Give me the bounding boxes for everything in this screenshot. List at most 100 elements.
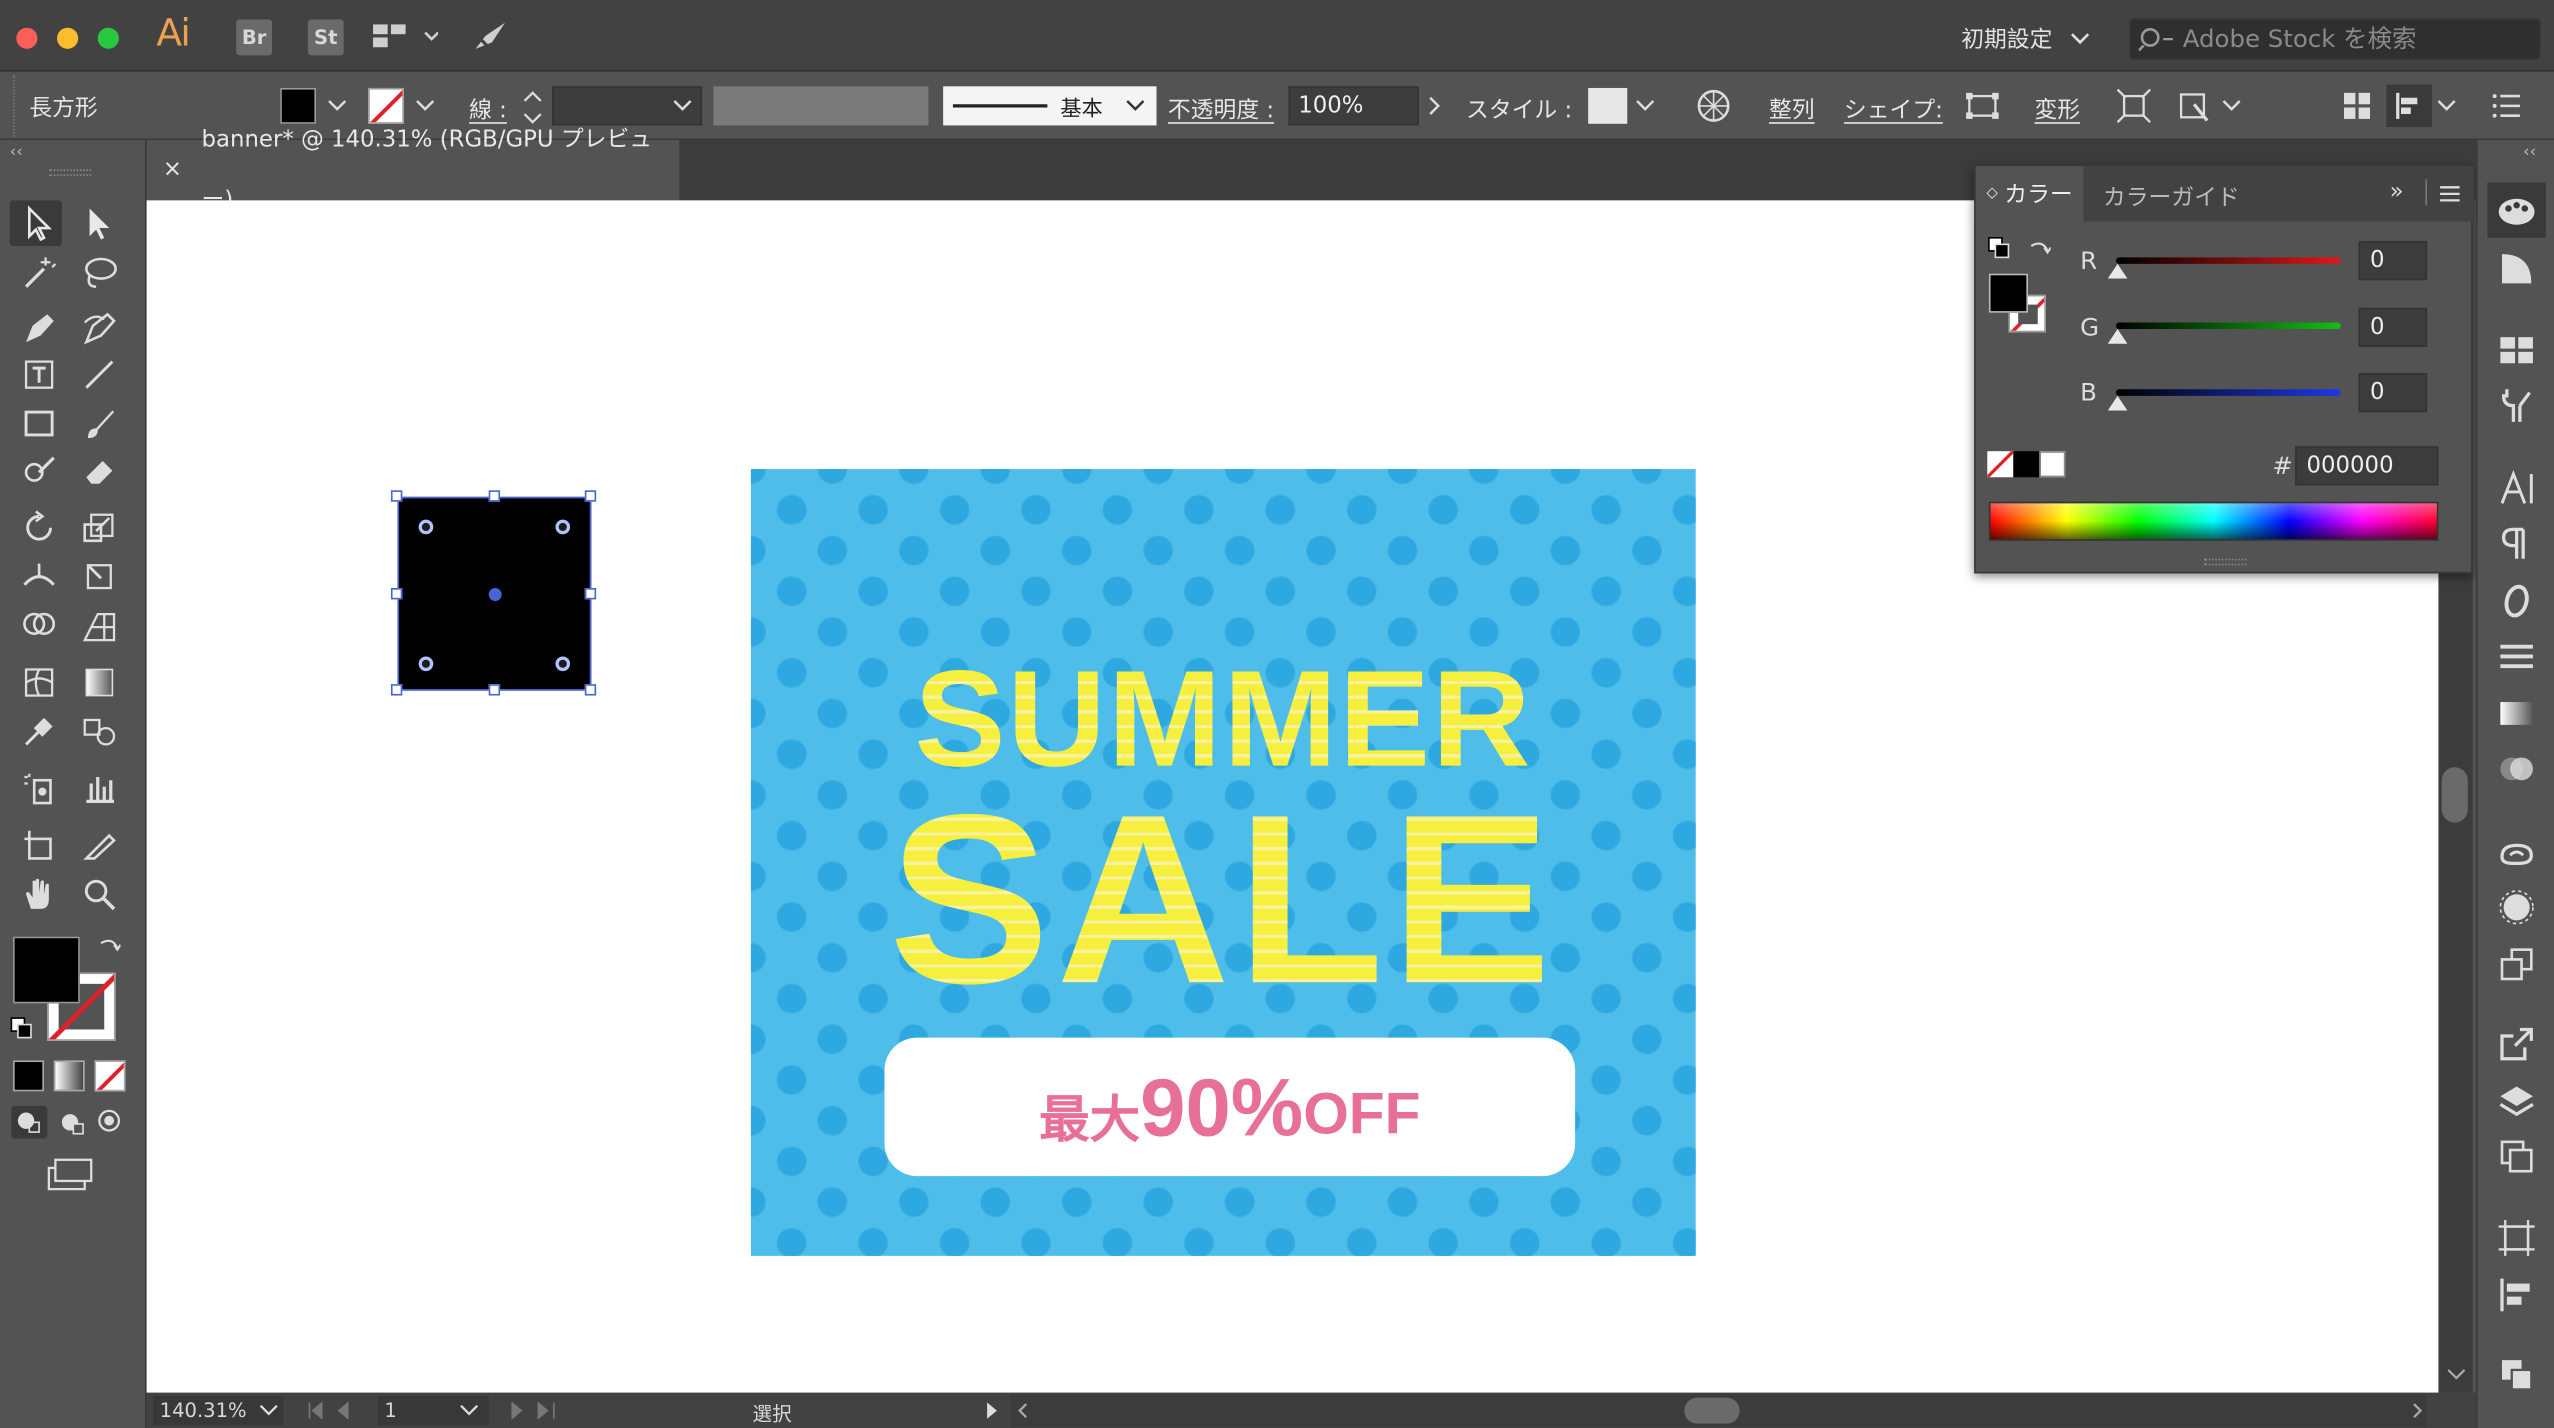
resize-handle-nw[interactable] bbox=[390, 490, 403, 502]
close-window-button[interactable] bbox=[16, 27, 38, 49]
direct-selection-tool-icon[interactable] bbox=[81, 205, 117, 241]
graphic-styles-icon[interactable] bbox=[2497, 945, 2536, 984]
hand-tool-icon[interactable] bbox=[21, 876, 57, 912]
expand-panels-icon[interactable]: ‹‹ bbox=[2523, 143, 2536, 161]
arrange-documents-button[interactable] bbox=[373, 23, 440, 59]
align-panel-icon[interactable] bbox=[2497, 1275, 2536, 1314]
panel-fill-box[interactable] bbox=[1988, 273, 2028, 313]
stroke-panel-icon[interactable] bbox=[2497, 639, 2536, 678]
horizontal-scroll-thumb[interactable] bbox=[1684, 1397, 1740, 1424]
free-transform-tool-icon[interactable] bbox=[81, 559, 117, 595]
resize-handle-sw[interactable] bbox=[390, 684, 403, 696]
column-graph-tool-icon[interactable] bbox=[81, 770, 117, 806]
artboard-number-field[interactable]: 1 bbox=[377, 1395, 489, 1426]
center-point[interactable] bbox=[488, 588, 502, 602]
brushes-icon[interactable] bbox=[2497, 386, 2536, 425]
screen-mode-icon[interactable] bbox=[46, 1157, 95, 1193]
tab-color[interactable]: ◇ カラー bbox=[1975, 166, 2084, 222]
perspective-grid-tool-icon[interactable] bbox=[81, 608, 117, 644]
selection-tool-icon[interactable] bbox=[21, 205, 57, 242]
resize-handle-n[interactable] bbox=[488, 490, 501, 502]
creative-cloud-libraries-icon[interactable] bbox=[2497, 832, 2536, 871]
width-tool-icon[interactable] bbox=[21, 559, 57, 595]
stock-button[interactable]: St bbox=[307, 19, 344, 56]
transparency-icon[interactable] bbox=[2497, 749, 2536, 788]
rotate-tool-icon[interactable] bbox=[21, 510, 57, 546]
graphic-style-swatch[interactable] bbox=[1588, 87, 1628, 124]
fill-color-box[interactable] bbox=[13, 936, 80, 1004]
resize-handle-ne[interactable] bbox=[584, 490, 597, 502]
b-slider-thumb[interactable] bbox=[2107, 395, 2128, 411]
bridge-button[interactable]: Br bbox=[236, 19, 273, 56]
eraser-tool-icon[interactable] bbox=[81, 453, 117, 489]
color-spectrum[interactable] bbox=[1988, 501, 2439, 541]
gradient-mode-button[interactable] bbox=[53, 1060, 85, 1092]
transform-button[interactable]: 変形 bbox=[2034, 93, 2080, 126]
zoom-tool-icon[interactable] bbox=[81, 876, 117, 912]
appearance-icon[interactable] bbox=[2497, 888, 2536, 927]
collapse-panel-icon[interactable]: ‹‹ bbox=[10, 143, 23, 161]
g-slider-thumb[interactable] bbox=[2107, 329, 2128, 344]
r-slider[interactable] bbox=[2115, 257, 2341, 264]
brush-dropdown-icon[interactable] bbox=[1126, 99, 1146, 112]
color-guide-icon[interactable] bbox=[2497, 249, 2536, 288]
vertical-scroll-thumb[interactable] bbox=[2441, 767, 2468, 823]
align-button[interactable]: 整列 bbox=[1769, 93, 1815, 126]
brush-definition-field[interactable]: 基本 bbox=[943, 86, 1157, 126]
slice-tool-icon[interactable] bbox=[81, 827, 117, 863]
white-swatch[interactable] bbox=[2039, 451, 2066, 478]
status-menu-icon[interactable] bbox=[984, 1401, 1000, 1421]
corner-widget-se[interactable] bbox=[555, 656, 571, 672]
resize-handle-e[interactable] bbox=[584, 588, 597, 600]
panel-resize-grip[interactable] bbox=[2203, 558, 2247, 566]
r-value-field[interactable]: 0 bbox=[2358, 241, 2428, 281]
workspace-switcher[interactable]: 初期設定 bbox=[1961, 23, 2091, 56]
close-tab-button[interactable]: × bbox=[163, 140, 182, 200]
panel-menu-icon[interactable] bbox=[2492, 93, 2521, 119]
panel-menu-icon[interactable] bbox=[2438, 186, 2461, 202]
symbol-sprayer-tool-icon[interactable] bbox=[21, 770, 57, 806]
paintbrush-tool-icon[interactable] bbox=[81, 406, 117, 442]
tools-grip[interactable] bbox=[48, 169, 92, 176]
document-tab[interactable]: × banner* @ 140.31% (RGB/GPU プレビュー) bbox=[146, 126, 680, 213]
g-slider[interactable] bbox=[2115, 322, 2341, 330]
b-value-field[interactable]: 0 bbox=[2358, 373, 2428, 413]
hex-value-field[interactable]: 000000 bbox=[2295, 446, 2439, 486]
curvature-tool-icon[interactable] bbox=[81, 309, 117, 345]
grid-view-icon[interactable] bbox=[2342, 91, 2371, 120]
swap-colors-icon[interactable] bbox=[2028, 238, 2051, 261]
b-slider[interactable] bbox=[2115, 389, 2341, 396]
character-icon[interactable] bbox=[2497, 469, 2536, 508]
resize-handle-w[interactable] bbox=[390, 588, 403, 600]
align-panel-toggle[interactable] bbox=[2386, 84, 2432, 128]
maximize-window-button[interactable] bbox=[97, 27, 119, 49]
corner-widget-ne[interactable] bbox=[555, 519, 571, 535]
transform-panel-icon[interactable] bbox=[2497, 1218, 2536, 1257]
g-value-field[interactable]: 0 bbox=[2358, 307, 2428, 347]
isolate-icon[interactable] bbox=[2116, 88, 2152, 124]
shaper-tool-icon[interactable] bbox=[21, 453, 57, 489]
none-swatch[interactable] bbox=[1987, 451, 2014, 478]
pen-tool-icon[interactable] bbox=[21, 309, 57, 345]
corner-widget-sw[interactable] bbox=[418, 656, 434, 672]
corner-widget-nw[interactable] bbox=[418, 519, 434, 535]
horizontal-scrollbar[interactable] bbox=[1009, 1394, 2428, 1427]
scale-tool-icon[interactable] bbox=[81, 510, 117, 546]
scroll-down-icon[interactable] bbox=[2447, 1367, 2467, 1383]
pathfinder-icon[interactable] bbox=[2497, 1355, 2536, 1394]
default-fill-stroke-icon[interactable] bbox=[10, 1016, 33, 1039]
gradient-tool-icon[interactable] bbox=[81, 665, 117, 701]
scroll-left-icon[interactable] bbox=[1016, 1402, 1029, 1418]
zoom-level-field[interactable]: 140.31% bbox=[153, 1395, 284, 1426]
export-icon[interactable] bbox=[2497, 1025, 2536, 1064]
eyedropper-tool-icon[interactable] bbox=[21, 713, 57, 749]
rectangle-tool-icon[interactable] bbox=[21, 406, 57, 442]
blend-tool-icon[interactable] bbox=[81, 713, 117, 749]
selected-rectangle[interactable] bbox=[390, 490, 597, 696]
gpu-performance-button[interactable] bbox=[472, 20, 508, 59]
draw-behind-icon[interactable] bbox=[54, 1106, 90, 1139]
swap-fill-stroke-icon[interactable] bbox=[98, 935, 121, 958]
draw-normal-button[interactable] bbox=[11, 1106, 48, 1139]
control-bar-grip[interactable] bbox=[13, 74, 18, 137]
gradient-panel-icon[interactable] bbox=[2497, 694, 2536, 733]
